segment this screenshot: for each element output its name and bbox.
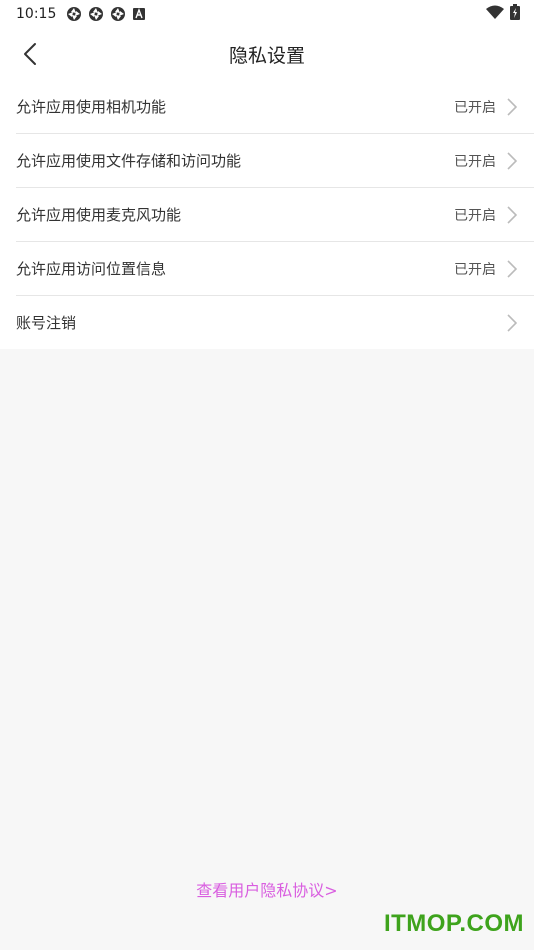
status-time: 10:15 — [16, 6, 57, 22]
setting-label: 允许应用使用相机功能 — [16, 98, 167, 116]
app-notification-icon — [88, 6, 104, 22]
chevron-right-icon — [506, 97, 518, 116]
setting-account-deletion[interactable]: 账号注销 — [16, 296, 534, 349]
back-button[interactable] — [16, 40, 44, 68]
wifi-icon — [486, 5, 504, 23]
setting-label: 账号注销 — [16, 314, 77, 332]
setting-status: 已开启 — [454, 261, 496, 278]
setting-location[interactable]: 允许应用访问位置信息 已开启 — [16, 242, 534, 296]
battery-icon — [510, 4, 520, 24]
chevron-right-icon — [506, 151, 518, 170]
top-area: 10:15 隐私设置 — [0, 0, 534, 80]
app-notification-icon — [110, 6, 126, 22]
setting-camera[interactable]: 允许应用使用相机功能 已开启 — [16, 80, 534, 134]
setting-status: 已开启 — [454, 207, 496, 224]
setting-label: 允许应用使用麦克风功能 — [16, 206, 182, 224]
settings-list: 允许应用使用相机功能 已开启 允许应用使用文件存储和访问功能 已开启 允许应用使… — [0, 80, 534, 349]
watermark-logo: ITMOP.COM — [383, 910, 524, 937]
keyboard-a-icon — [132, 7, 146, 21]
chevron-right-icon — [506, 259, 518, 278]
setting-label: 允许应用使用文件存储和访问功能 — [16, 152, 242, 170]
page-title: 隐私设置 — [228, 44, 305, 67]
setting-status: 已开启 — [454, 153, 496, 170]
status-bar: 10:15 — [0, 0, 534, 28]
privacy-policy-link[interactable]: 查看用户隐私协议> — [0, 877, 534, 901]
app-notification-icon — [66, 6, 82, 22]
setting-microphone[interactable]: 允许应用使用麦克风功能 已开启 — [16, 188, 534, 242]
chevron-right-icon — [506, 205, 518, 224]
setting-status: 已开启 — [454, 99, 496, 116]
chevron-left-icon — [24, 43, 36, 65]
status-right — [486, 4, 520, 24]
page-header: 隐私设置 — [0, 28, 534, 80]
setting-label: 允许应用访问位置信息 — [16, 260, 167, 278]
setting-storage[interactable]: 允许应用使用文件存储和访问功能 已开启 — [16, 134, 534, 188]
chevron-right-icon — [506, 313, 518, 332]
